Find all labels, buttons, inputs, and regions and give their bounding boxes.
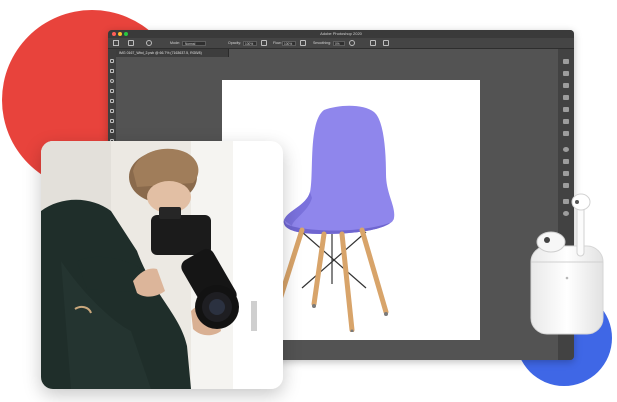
gear-icon[interactable]	[349, 40, 355, 46]
smoothing-value: 0%	[335, 41, 340, 46]
properties-panel-icon[interactable]	[563, 131, 569, 136]
clone-source-panel-icon[interactable]	[563, 119, 569, 124]
pressure-size-icon[interactable]	[370, 40, 376, 46]
history-panel-icon[interactable]	[563, 59, 569, 64]
pressure-opacity-icon[interactable]	[261, 40, 267, 46]
airpods-image	[530, 193, 604, 335]
swap-panel-icon[interactable]	[563, 83, 569, 88]
brush-icon[interactable]	[128, 40, 134, 46]
brush-size-preview-icon[interactable]	[146, 40, 152, 46]
mode-label: Mode:	[170, 41, 180, 45]
crop-tool-icon[interactable]	[110, 99, 114, 103]
opacity-field[interactable]: 100%	[243, 40, 257, 46]
color-panel-icon[interactable]	[563, 147, 569, 152]
symmetry-icon[interactable]	[383, 40, 389, 46]
brush-settings-panel-icon[interactable]	[563, 71, 569, 76]
flow-value: 100%	[284, 41, 293, 46]
magic-wand-tool-icon[interactable]	[110, 89, 114, 93]
smoothing-label: Smoothing:	[313, 41, 332, 45]
title-bar: Adobe Photoshop 2020	[108, 30, 574, 38]
document-tab-label: IMG 0167_Wbd_2.psb @ 66.7% (7163637.5, R…	[119, 51, 202, 55]
patterns-panel-icon[interactable]	[563, 183, 569, 188]
options-bar: Mode: Normal Opacity: 100% Flow: 100% Sm…	[108, 38, 574, 49]
document-tab[interactable]: IMG 0167_Wbd_2.psb @ 66.7% (7163637.5, R…	[116, 49, 229, 57]
gradients-panel-icon[interactable]	[563, 171, 569, 176]
mode-value: Normal	[185, 41, 196, 46]
move-tool-icon[interactable]	[110, 59, 114, 63]
opacity-value: 100%	[245, 41, 254, 46]
airbrush-icon[interactable]	[300, 40, 306, 46]
eyedropper-tool-icon[interactable]	[110, 119, 114, 123]
opacity-label: Opacity:	[228, 41, 242, 45]
mode-select[interactable]: Normal	[182, 40, 206, 46]
character-panel-icon[interactable]	[563, 107, 569, 112]
smoothing-field[interactable]: 0%	[333, 40, 345, 46]
frame-tool-icon[interactable]	[110, 109, 114, 113]
swatches-panel-icon[interactable]	[563, 159, 569, 164]
home-icon[interactable]	[113, 40, 119, 46]
photographer-illustration	[41, 141, 283, 389]
flow-field[interactable]: 100%	[282, 40, 296, 46]
paragraph-panel-icon[interactable]	[563, 95, 569, 100]
window-title: Adobe Photoshop 2020	[320, 31, 362, 36]
photographer-photo	[41, 141, 283, 389]
chair-image	[273, 105, 395, 332]
lasso-tool-icon[interactable]	[110, 79, 114, 83]
flow-label: Flow:	[273, 41, 282, 45]
healing-brush-tool-icon[interactable]	[110, 129, 114, 133]
marquee-tool-icon[interactable]	[110, 69, 114, 73]
